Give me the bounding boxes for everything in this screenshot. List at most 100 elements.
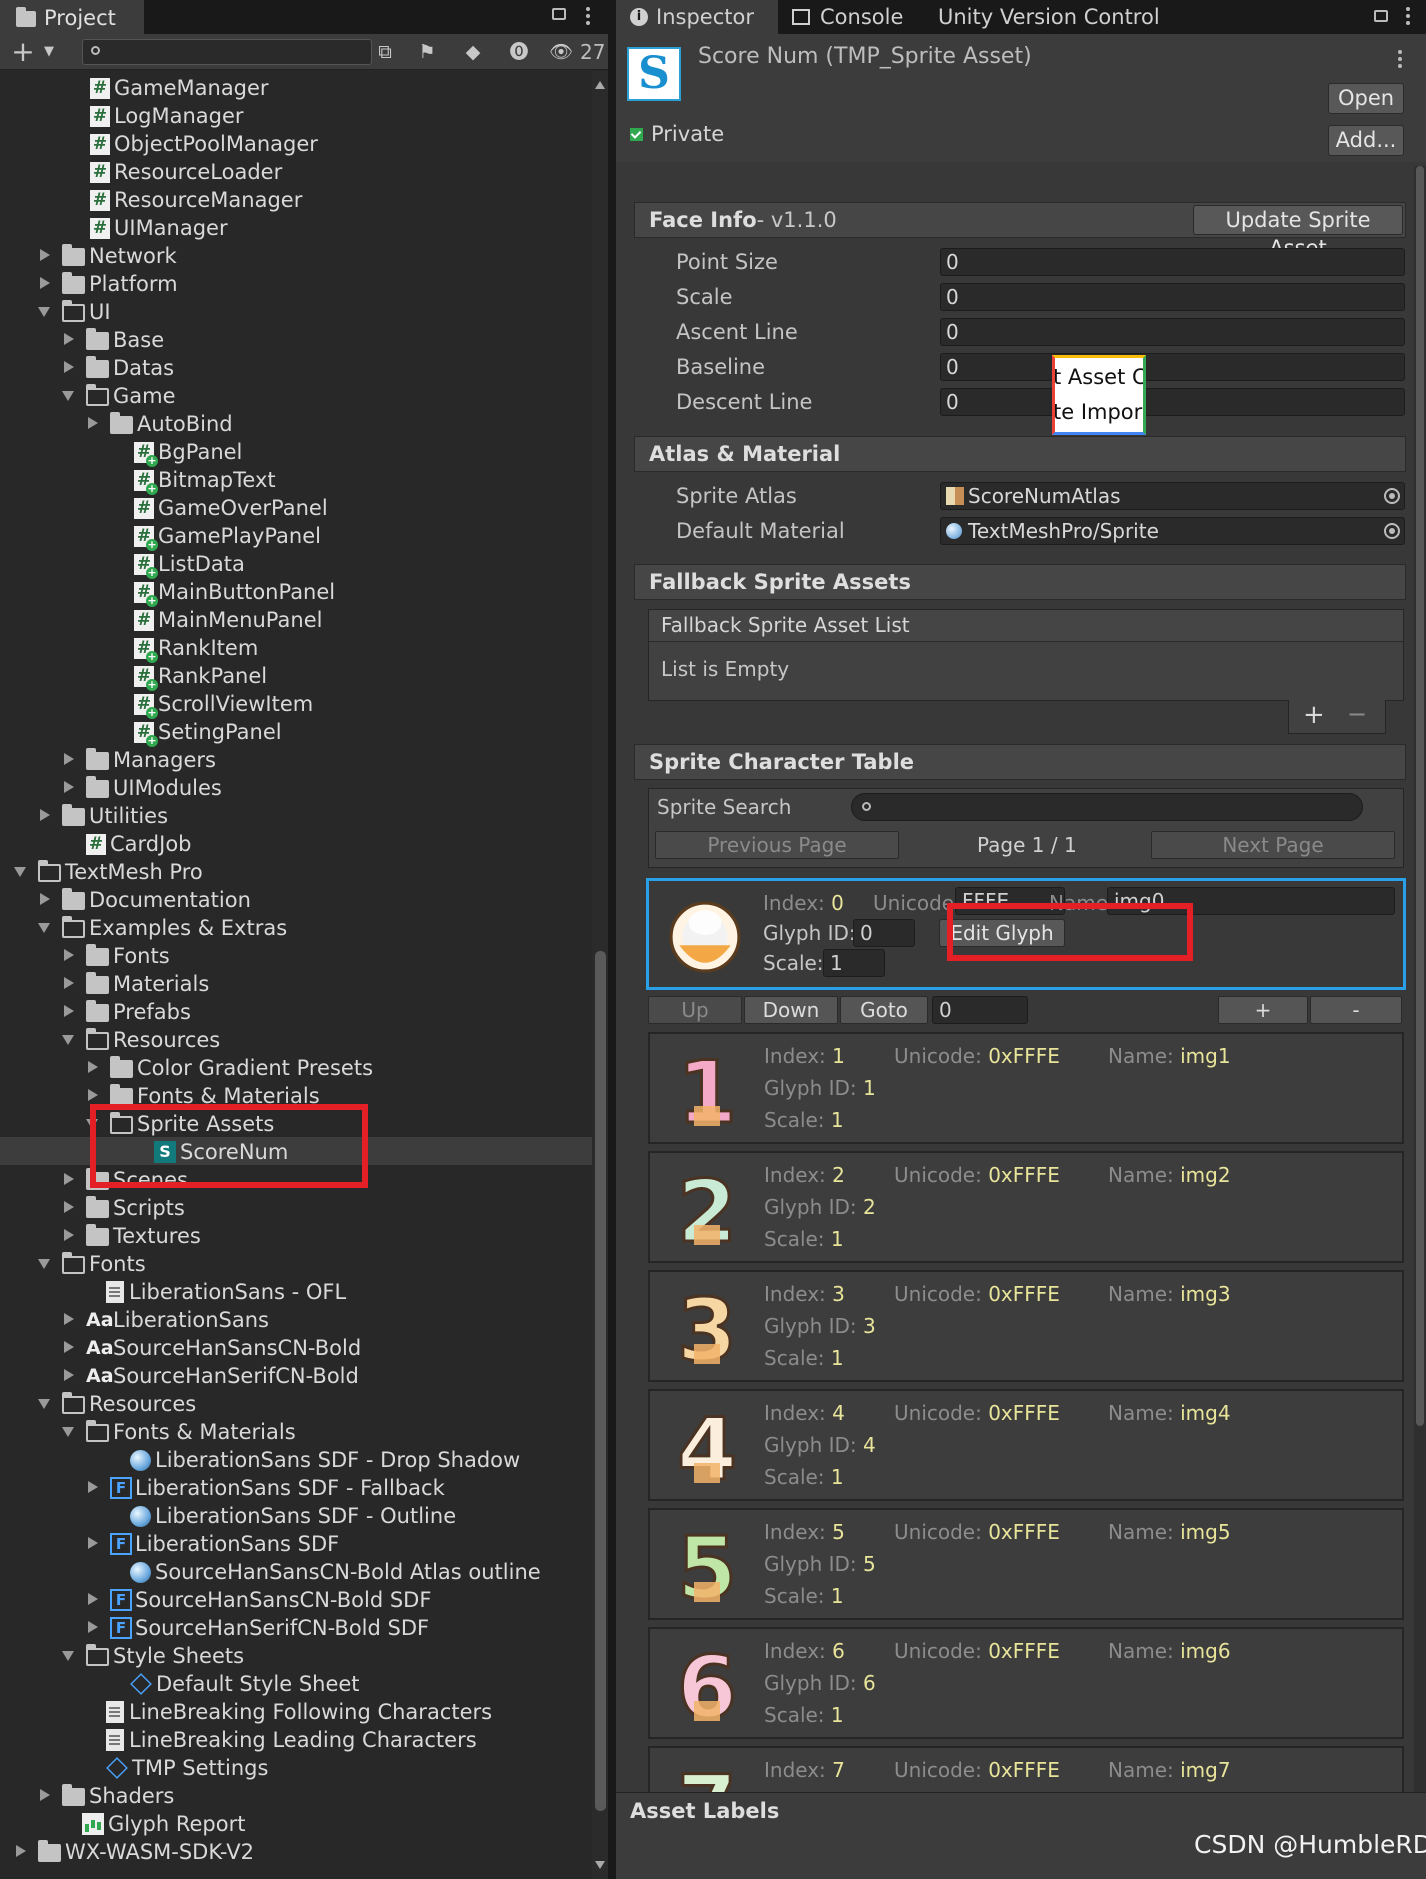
sprite-character-entry[interactable]: 6 Index: 6 Unicode: 0xFFFE Name: img6 Glyph … xyxy=(648,1627,1404,1739)
sprite-character-entry[interactable]: 4 Index: 4 Unicode: 0xFFFE Name: img4 Glyph … xyxy=(648,1389,1404,1501)
tree-item[interactable]: # CardJob xyxy=(0,829,592,857)
baseline-field[interactable]: 0 xyxy=(940,353,1405,381)
tree-item[interactable]: Materials xyxy=(0,969,592,997)
expand-arrow-icon[interactable] xyxy=(88,417,98,429)
tree-item[interactable]: Color Gradient Presets xyxy=(0,1053,592,1081)
tree-item[interactable]: Fonts & Materials xyxy=(0,1081,592,1109)
tree-item[interactable]: Game xyxy=(0,381,592,409)
expand-arrow-icon[interactable] xyxy=(64,1369,74,1381)
move-up-button[interactable]: Up xyxy=(648,996,742,1024)
collapse-arrow-icon[interactable] xyxy=(38,1399,50,1409)
expand-arrow-icon[interactable] xyxy=(64,361,74,373)
tree-item[interactable]: S ScoreNum xyxy=(0,1137,592,1165)
tree-item[interactable]: TextMesh Pro xyxy=(0,857,592,885)
tree-item[interactable]: #RankPanel xyxy=(0,661,592,691)
tree-item[interactable]: # GameOverPanel xyxy=(0,493,592,521)
expand-arrow-icon[interactable] xyxy=(64,781,74,793)
edit-glyph-button[interactable]: Edit Glyph xyxy=(939,919,1065,947)
collapse-arrow-icon[interactable] xyxy=(62,391,74,401)
tree-item[interactable]: Sprite Assets xyxy=(0,1109,592,1137)
move-down-button[interactable]: Down xyxy=(744,996,838,1024)
tree-item[interactable]: Fonts xyxy=(0,941,592,969)
expand-arrow-icon[interactable] xyxy=(64,1173,74,1185)
object-picker-icon[interactable] xyxy=(1384,523,1400,539)
tree-item[interactable]: LiberationSans SDF - Drop Shadow xyxy=(0,1445,592,1473)
tree-item[interactable]: Platform xyxy=(0,269,592,297)
tree-item[interactable]: UIModules xyxy=(0,773,592,801)
expand-arrow-icon[interactable] xyxy=(16,1845,26,1857)
collapse-arrow-icon[interactable] xyxy=(62,1035,74,1045)
tree-item[interactable]: Scripts xyxy=(0,1193,592,1221)
tree-item[interactable]: # GameManager xyxy=(0,73,592,101)
descent-line-field[interactable]: 0 xyxy=(940,388,1405,416)
tree-item[interactable]: # ObjectPoolManager xyxy=(0,129,592,157)
tab-project[interactable]: Project xyxy=(0,0,144,34)
selected-scale-field[interactable]: 1 xyxy=(823,949,885,977)
private-toggle[interactable]: Private xyxy=(630,122,724,146)
update-sprite-asset-button[interactable]: Update Sprite Asset xyxy=(1193,205,1403,260)
collapse-arrow-icon[interactable] xyxy=(38,307,50,317)
add-button[interactable]: Add... xyxy=(1328,125,1404,156)
tree-item[interactable]: Aa SourceHanSerifCN-Bold xyxy=(0,1361,592,1389)
sprite-character-entry[interactable]: 2 Index: 2 Unicode: 0xFFFE Name: img2 Glyph … xyxy=(648,1151,1404,1263)
collapse-arrow-icon[interactable] xyxy=(86,1119,98,1129)
selected-sprite-character[interactable]: Index: 0 Unicode: FFFE Name: img0 Glyph … xyxy=(646,878,1406,990)
expand-arrow-icon[interactable] xyxy=(64,1229,74,1241)
expand-arrow-icon[interactable] xyxy=(88,1089,98,1101)
tree-item[interactable]: UI xyxy=(0,297,592,325)
tree-item[interactable]: TMP Settings xyxy=(0,1753,592,1781)
expand-arrow-icon[interactable] xyxy=(88,1621,98,1633)
tree-item[interactable]: LiberationSans SDF - Outline xyxy=(0,1501,592,1529)
tree-item[interactable]: Style Sheets xyxy=(0,1641,592,1669)
expand-arrow-icon[interactable] xyxy=(64,1005,74,1017)
tree-item[interactable]: Glyph Report xyxy=(0,1809,592,1837)
tree-item[interactable]: F LiberationSans SDF xyxy=(0,1529,592,1557)
tree-item[interactable]: # MainMenuPanel xyxy=(0,605,592,633)
tree-item[interactable]: #ScrollViewItem xyxy=(0,689,592,719)
expand-arrow-icon[interactable] xyxy=(88,1593,98,1605)
project-scroll-thumb[interactable] xyxy=(595,951,606,1811)
tree-item[interactable]: #ListData xyxy=(0,549,592,579)
tree-item[interactable]: F SourceHanSansCN-Bold SDF xyxy=(0,1585,592,1613)
previous-page-button[interactable]: Previous Page xyxy=(655,831,899,859)
tree-item[interactable]: #BgPanel xyxy=(0,437,592,467)
expand-arrow-icon[interactable] xyxy=(40,277,50,289)
collapse-arrow-icon[interactable] xyxy=(38,1259,50,1269)
kebab-menu-icon[interactable] xyxy=(1398,50,1402,54)
tree-item[interactable]: Network xyxy=(0,241,592,269)
sprite-atlas-field[interactable]: ScoreNumAtlas xyxy=(940,482,1405,510)
scroll-up-icon[interactable] xyxy=(595,81,605,89)
checkbox-icon[interactable] xyxy=(630,127,643,141)
translation-popup[interactable]: t Asset C te Impor xyxy=(1052,355,1146,435)
selected-glyph-id-field[interactable]: 0 xyxy=(853,919,915,947)
tree-item[interactable]: Resources xyxy=(0,1025,592,1053)
tree-item[interactable]: Scenes xyxy=(0,1165,592,1193)
tree-item[interactable]: Datas xyxy=(0,353,592,381)
collapse-arrow-icon[interactable] xyxy=(62,1427,74,1437)
object-picker-icon[interactable] xyxy=(1384,488,1400,504)
next-page-button[interactable]: Next Page xyxy=(1151,831,1395,859)
tree-item[interactable]: Resources xyxy=(0,1389,592,1417)
expand-arrow-icon[interactable] xyxy=(64,333,74,345)
collapse-arrow-icon[interactable] xyxy=(14,867,26,877)
goto-button[interactable]: Goto xyxy=(840,996,928,1024)
expand-arrow-icon[interactable] xyxy=(88,1061,98,1073)
sprite-search-input[interactable] xyxy=(851,793,1363,821)
tab-version-control[interactable]: Unity Version Control xyxy=(924,0,1174,34)
scroll-down-icon[interactable] xyxy=(595,1861,605,1869)
tree-item[interactable]: Documentation xyxy=(0,885,592,913)
expand-arrow-icon[interactable] xyxy=(88,1537,98,1549)
collapse-arrow-icon[interactable] xyxy=(62,1651,74,1661)
tree-item[interactable]: # LogManager xyxy=(0,101,592,129)
goto-index-field[interactable]: 0 xyxy=(932,996,1028,1024)
tree-item[interactable]: Default Style Sheet xyxy=(0,1669,592,1697)
tree-item[interactable]: Examples & Extras xyxy=(0,913,592,941)
expand-arrow-icon[interactable] xyxy=(88,1481,98,1493)
scale-field[interactable]: 0 xyxy=(940,283,1405,311)
tab-console[interactable]: Console xyxy=(778,0,924,34)
add-character-button[interactable]: + xyxy=(1218,996,1308,1024)
tree-item[interactable]: # ResourceManager xyxy=(0,185,592,213)
atlas-material-header[interactable]: Atlas & Material xyxy=(634,436,1406,472)
tree-item[interactable]: LineBreaking Following Characters xyxy=(0,1697,592,1725)
chevron-down-icon[interactable]: ▼ xyxy=(34,39,64,65)
